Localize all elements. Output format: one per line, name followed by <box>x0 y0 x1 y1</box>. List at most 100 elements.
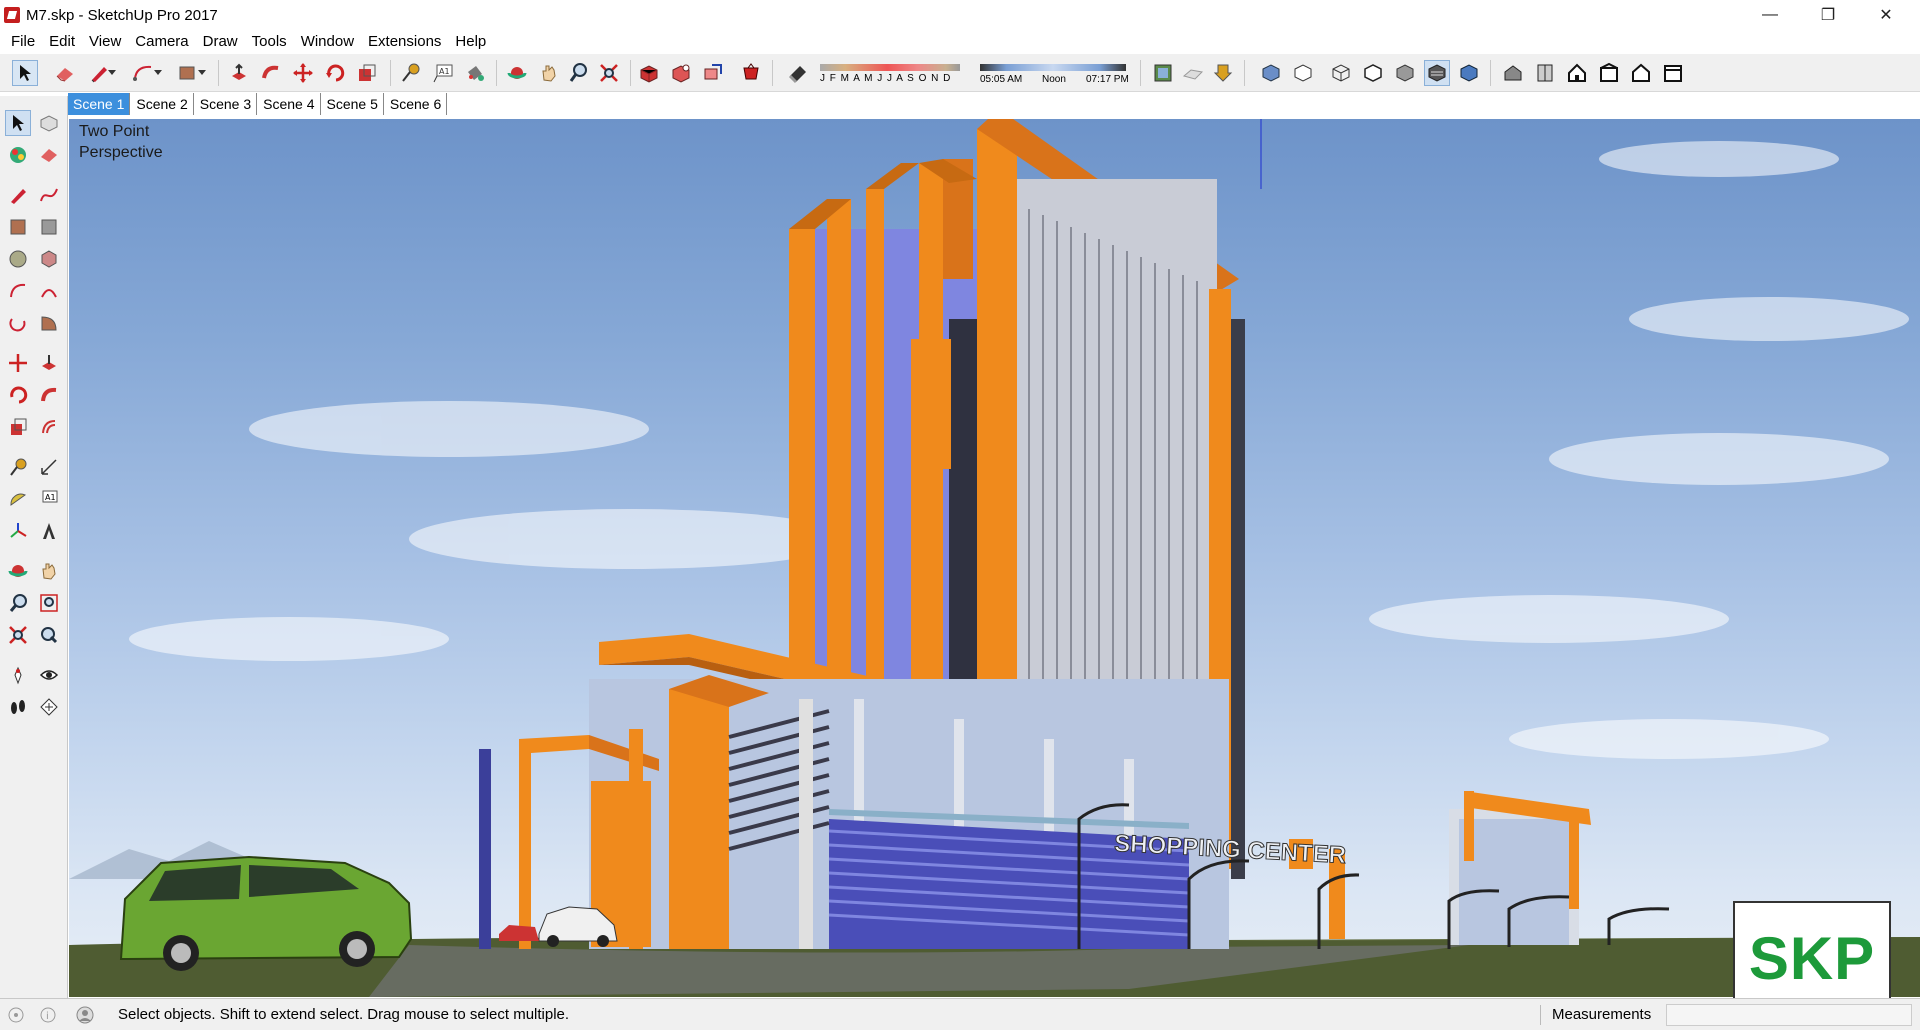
wireframe-style-icon[interactable] <box>1328 60 1354 86</box>
iso-view-icon[interactable] <box>1500 60 1526 86</box>
zoom-extents-icon[interactable] <box>596 60 622 86</box>
text-icon[interactable]: A1 <box>36 486 62 512</box>
zoom-extents-tool-icon[interactable] <box>5 622 31 648</box>
scale-icon[interactable] <box>354 60 380 86</box>
push-pull-tool-icon[interactable] <box>36 350 62 376</box>
right-view-icon[interactable] <box>1596 60 1622 86</box>
menu-draw[interactable]: Draw <box>196 31 245 53</box>
add-location-icon[interactable] <box>1150 60 1176 86</box>
menu-help[interactable]: Help <box>448 31 493 53</box>
move-icon[interactable] <box>290 60 316 86</box>
circle-icon[interactable] <box>5 246 31 272</box>
share-component-icon[interactable] <box>700 60 726 86</box>
3d-warehouse-icon[interactable] <box>636 60 662 86</box>
menu-file[interactable]: File <box>4 31 42 53</box>
eraser-icon[interactable] <box>52 60 78 86</box>
pencil-dropdown-icon[interactable] <box>106 60 118 86</box>
three-point-arc-icon[interactable] <box>5 310 31 336</box>
zoom-tool-icon[interactable] <box>5 590 31 616</box>
tab-scene-2[interactable]: Scene 2 <box>131 93 194 115</box>
offset-icon[interactable] <box>36 414 62 440</box>
rotate-icon[interactable] <box>322 60 348 86</box>
monochrome-style-icon[interactable] <box>1456 60 1482 86</box>
measurements-input[interactable] <box>1666 1004 1912 1026</box>
scale-tool-icon[interactable] <box>5 414 31 440</box>
menu-view[interactable]: View <box>82 31 128 53</box>
arc-tool-icon[interactable] <box>5 278 31 304</box>
user-account-icon[interactable] <box>76 1006 94 1028</box>
menu-extensions[interactable]: Extensions <box>361 31 448 53</box>
orbit-tool-icon[interactable] <box>5 558 31 584</box>
rectangle-tool-icon[interactable] <box>5 214 31 240</box>
position-camera-icon[interactable] <box>5 662 31 688</box>
time-gradient-bar <box>980 64 1126 71</box>
make-component-icon[interactable] <box>36 110 62 136</box>
front-view-icon[interactable] <box>1564 60 1590 86</box>
freehand-icon[interactable] <box>36 182 62 208</box>
shape-dropdown-icon[interactable] <box>196 60 208 86</box>
menu-camera[interactable]: Camera <box>128 31 195 53</box>
pie-icon[interactable] <box>36 310 62 336</box>
share-model-icon[interactable] <box>668 60 694 86</box>
previous-view-icon[interactable] <box>36 622 62 648</box>
shadow-date-slider[interactable]: J F M A M J J A S O N D <box>818 62 964 88</box>
zoom-window-icon[interactable] <box>36 590 62 616</box>
pan-tool-icon[interactable] <box>36 558 62 584</box>
extension-warehouse-icon[interactable] <box>738 60 764 86</box>
xray-style-icon[interactable] <box>1258 60 1284 86</box>
tape-measure-tool-icon[interactable] <box>5 454 31 480</box>
orbit-icon[interactable] <box>504 60 530 86</box>
axes-icon[interactable] <box>5 518 31 544</box>
erase-icon[interactable] <box>36 142 62 168</box>
tab-scene-1[interactable]: Scene 1 <box>68 93 131 115</box>
rotate-tool-icon[interactable] <box>5 382 31 408</box>
menu-tools[interactable]: Tools <box>245 31 294 53</box>
left-view-icon[interactable] <box>1660 60 1686 86</box>
walk-icon[interactable] <box>5 694 31 720</box>
arc-dropdown-icon[interactable] <box>152 60 164 86</box>
pan-icon[interactable] <box>536 60 562 86</box>
zoom-icon[interactable] <box>566 60 592 86</box>
shadows-toggle-icon[interactable] <box>784 60 810 86</box>
model-viewport[interactable]: Two Point Perspective SHOPPING CENTER <box>69 119 1920 997</box>
paint-bucket-icon[interactable] <box>462 60 488 86</box>
shaded-textures-style-icon[interactable] <box>1424 60 1450 86</box>
polygon-icon[interactable] <box>36 246 62 272</box>
select-tool-icon[interactable] <box>12 60 38 86</box>
back-view-icon[interactable] <box>1628 60 1654 86</box>
photo-textures-icon[interactable] <box>1210 60 1236 86</box>
rotated-rectangle-icon[interactable] <box>36 214 62 240</box>
tab-scene-3[interactable]: Scene 3 <box>195 93 258 115</box>
menu-edit[interactable]: Edit <box>42 31 82 53</box>
look-around-icon[interactable] <box>36 662 62 688</box>
menu-window[interactable]: Window <box>294 31 361 53</box>
shadow-time-slider[interactable]: 05:05 AM Noon 07:17 PM <box>978 62 1132 88</box>
section-plane-icon[interactable] <box>36 694 62 720</box>
close-button[interactable]: ✕ <box>1858 0 1914 30</box>
line-icon[interactable] <box>5 182 31 208</box>
back-edges-style-icon[interactable] <box>1290 60 1316 86</box>
two-point-arc-icon[interactable] <box>36 278 62 304</box>
geo-location-icon[interactable] <box>8 1007 24 1027</box>
select-icon[interactable] <box>5 110 31 136</box>
3d-text-icon[interactable] <box>36 518 62 544</box>
hidden-line-style-icon[interactable] <box>1360 60 1386 86</box>
tab-scene-6[interactable]: Scene 6 <box>385 93 448 115</box>
push-pull-icon[interactable] <box>226 60 252 86</box>
shaded-style-icon[interactable] <box>1392 60 1418 86</box>
toggle-terrain-icon[interactable] <box>1180 60 1206 86</box>
protractor-icon[interactable] <box>5 486 31 512</box>
dimension-icon[interactable] <box>36 454 62 480</box>
top-view-icon[interactable] <box>1532 60 1558 86</box>
restore-button[interactable]: ❐ <box>1800 0 1856 30</box>
credits-icon[interactable]: i <box>40 1007 56 1027</box>
tape-measure-icon[interactable] <box>398 60 424 86</box>
text-tool-icon[interactable]: A1 <box>430 60 456 86</box>
minimize-button[interactable]: — <box>1742 0 1798 30</box>
tab-scene-5[interactable]: Scene 5 <box>322 93 384 115</box>
follow-me-tool-icon[interactable] <box>36 382 62 408</box>
follow-me-icon[interactable] <box>258 60 284 86</box>
paint-icon[interactable] <box>5 142 31 168</box>
tab-scene-4[interactable]: Scene 4 <box>258 93 321 115</box>
move-tool-icon[interactable] <box>5 350 31 376</box>
